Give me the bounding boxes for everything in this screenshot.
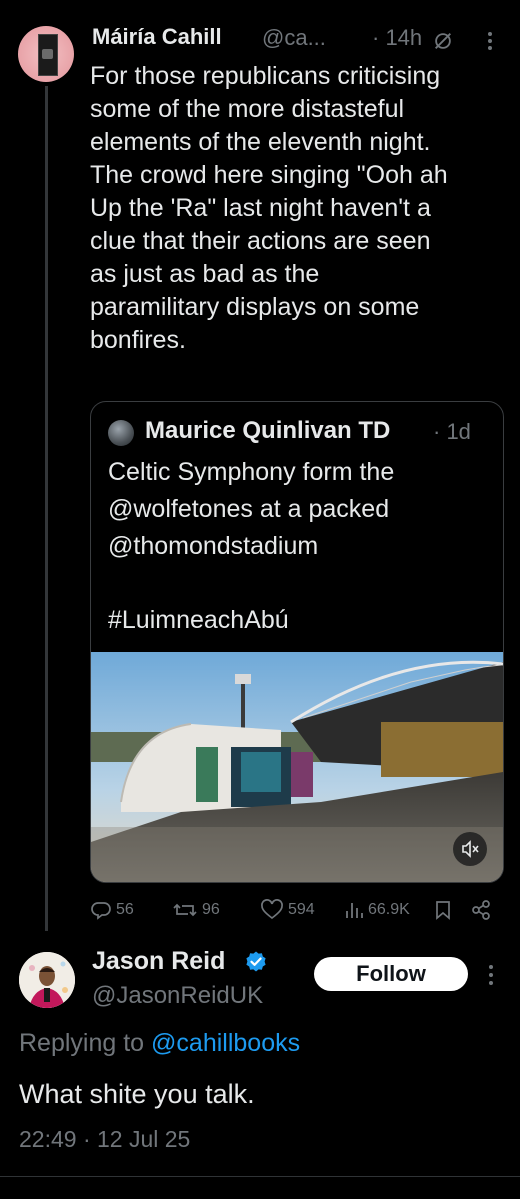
- bookmark-action[interactable]: [434, 895, 452, 925]
- follow-button[interactable]: Follow: [314, 957, 468, 991]
- views-icon: [346, 903, 363, 918]
- repost-icon: [173, 903, 197, 917]
- avatar[interactable]: [18, 26, 74, 82]
- verified-icon: [246, 951, 266, 972]
- grok-icon[interactable]: [432, 30, 454, 52]
- tweet-time[interactable]: · 14h: [372, 25, 422, 51]
- reply-count: 56: [116, 901, 134, 918]
- quoted-author-name: Maurice Quinlivan TD: [145, 417, 391, 444]
- tweet-text: For those republicans criticising some o…: [90, 62, 448, 354]
- action-bar: 56 96 594 66.9K: [90, 895, 502, 925]
- share-action[interactable]: [470, 895, 492, 925]
- views-action[interactable]: 66.9K: [344, 895, 410, 925]
- thread-line: [45, 86, 48, 931]
- views-count: 66.9K: [368, 901, 410, 918]
- avatar[interactable]: [19, 952, 75, 1008]
- quoted-tweet-text: Celtic Symphony form the @wolfetones at …: [108, 458, 395, 634]
- more-icon[interactable]: [480, 30, 500, 52]
- mute-button[interactable]: [453, 832, 487, 866]
- share-icon: [472, 900, 490, 920]
- reply-text: What shite you talk.: [19, 1079, 255, 1109]
- reply-timestamp[interactable]: 22:49 · 12 Jul 25: [19, 1126, 190, 1153]
- mute-icon: [462, 840, 479, 858]
- author-name[interactable]: Jason Reid: [92, 947, 225, 976]
- reply-icon: [91, 902, 111, 920]
- like-count: 594: [288, 901, 315, 918]
- author-handle[interactable]: @ca...: [262, 25, 326, 51]
- replying-to: Replying to @cahillbooks: [19, 1029, 300, 1058]
- author-handle[interactable]: @JasonReidUK: [92, 982, 263, 1010]
- concert-video[interactable]: [91, 652, 503, 882]
- replying-to-mention[interactable]: @cahillbooks: [151, 1029, 300, 1057]
- more-icon[interactable]: [482, 962, 500, 988]
- book-cover-image: [38, 34, 58, 76]
- quoted-tweet-time: · 1d: [433, 419, 471, 444]
- replying-to-label: Replying to: [19, 1029, 145, 1057]
- like-action[interactable]: 594: [260, 895, 315, 925]
- repost-count: 96: [202, 901, 220, 918]
- reply-action[interactable]: 56: [90, 895, 134, 925]
- repost-action[interactable]: 96: [172, 895, 220, 925]
- quoted-avatar: [108, 420, 134, 446]
- like-icon: [261, 899, 283, 920]
- author-name[interactable]: Máiría Cahill: [92, 24, 222, 50]
- quoted-tweet-card[interactable]: Maurice Quinlivan TD · 1d Celtic Symphon…: [90, 401, 504, 883]
- divider: [0, 1176, 520, 1177]
- bookmark-icon: [436, 901, 450, 920]
